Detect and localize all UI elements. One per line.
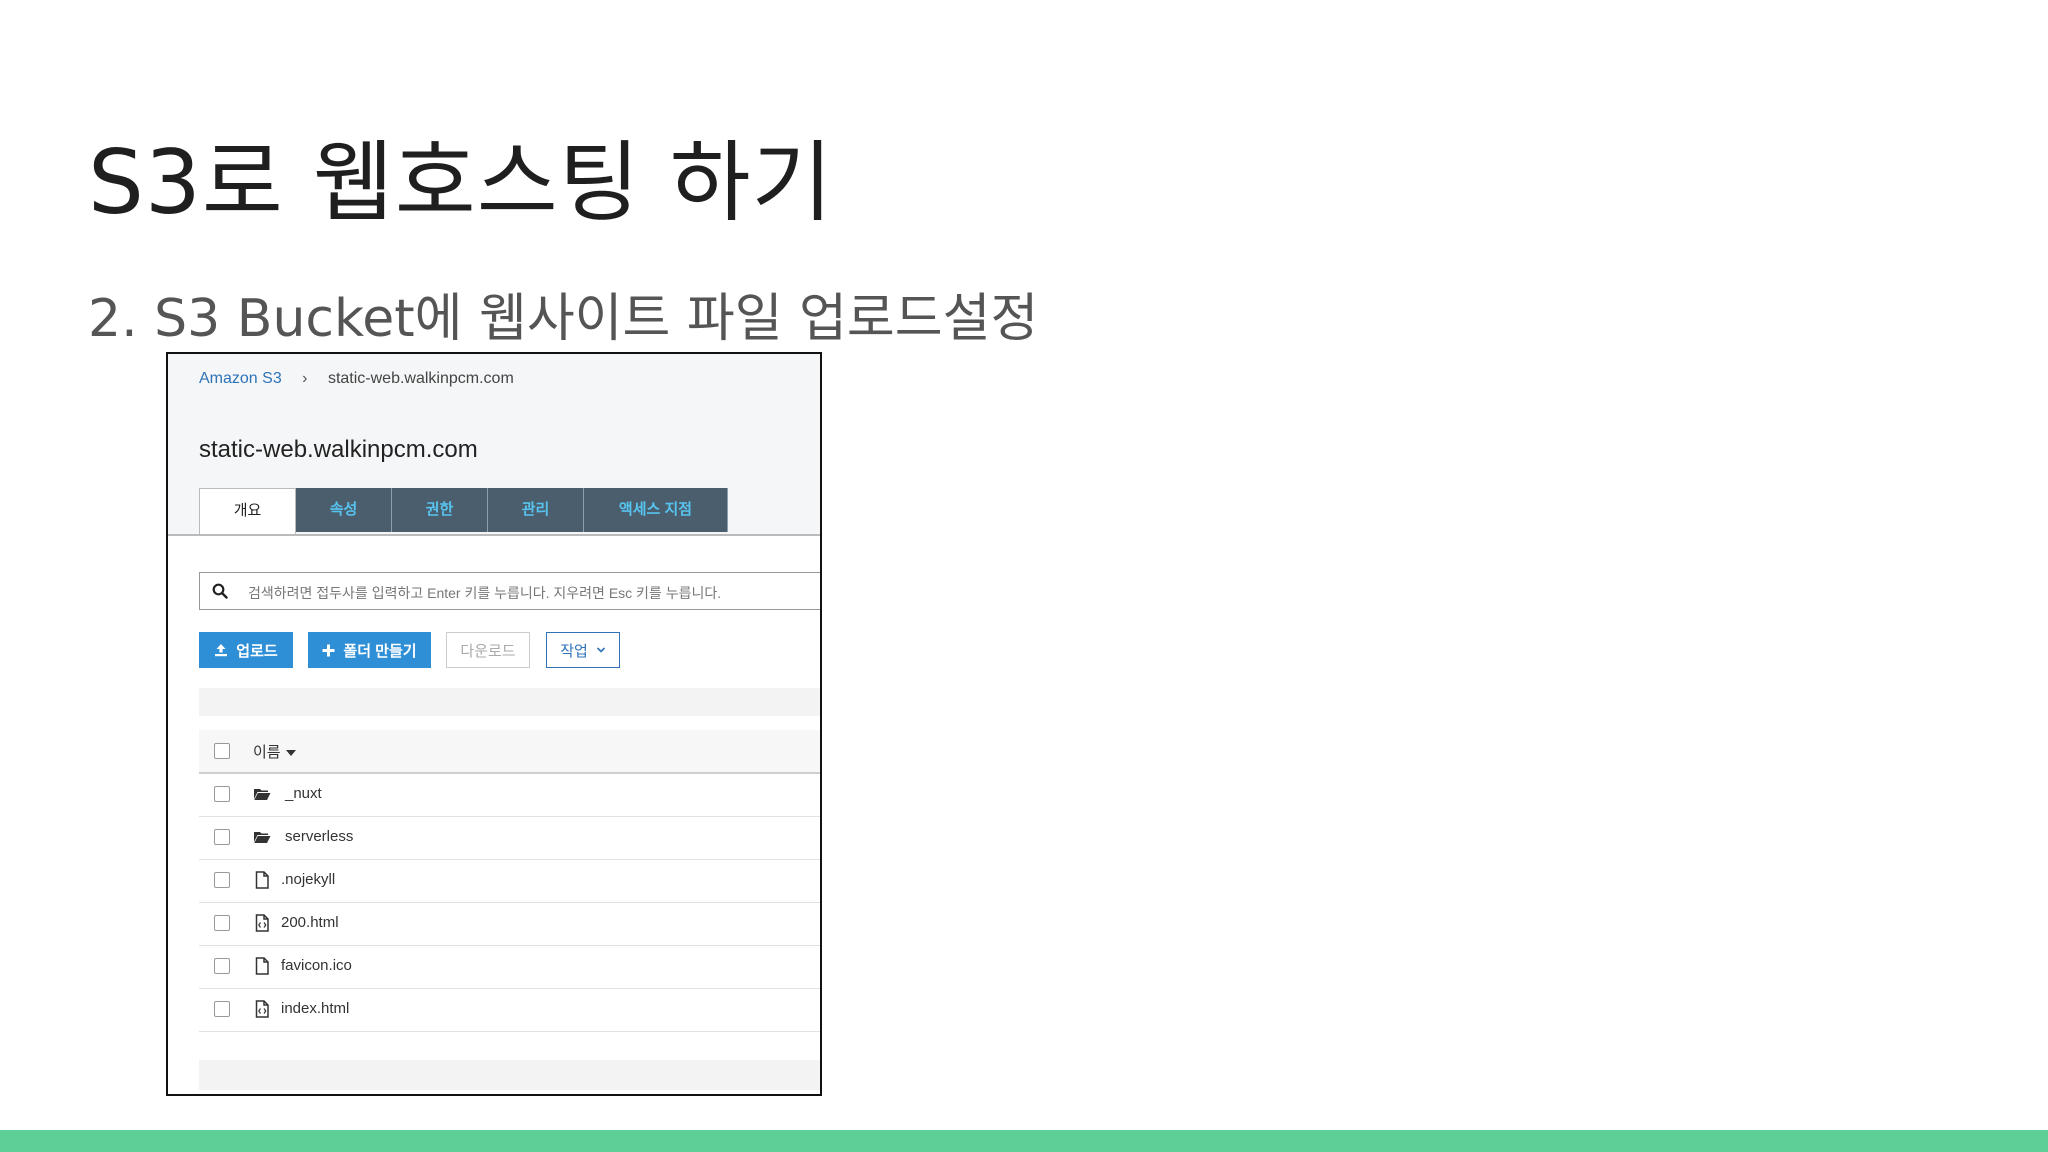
row-checkbox[interactable] bbox=[214, 829, 230, 845]
row-name[interactable]: serverless bbox=[285, 828, 353, 845]
row-checkbox[interactable] bbox=[214, 915, 230, 931]
tab-overview[interactable]: 개요 bbox=[199, 488, 296, 534]
tab-properties[interactable]: 속성 bbox=[296, 488, 392, 532]
row-name[interactable]: _nuxt bbox=[285, 785, 322, 802]
search-input[interactable]: 검색하려면 접두사를 입력하고 Enter 키를 누릅니다. 지우려면 Esc … bbox=[199, 572, 820, 610]
overview-panel: 검색하려면 접두사를 입력하고 Enter 키를 누릅니다. 지우려면 Esc … bbox=[168, 536, 820, 1094]
breadcrumb-separator-icon: › bbox=[302, 370, 308, 387]
actions-dropdown[interactable]: 작업 bbox=[546, 632, 620, 668]
breadcrumb-amazon-s3-link[interactable]: Amazon S3 bbox=[199, 370, 282, 387]
plus-icon bbox=[322, 644, 335, 656]
row-name[interactable]: .nojekyll bbox=[281, 871, 335, 888]
row-name[interactable]: index.html bbox=[281, 1000, 349, 1017]
select-all-checkbox[interactable] bbox=[214, 743, 230, 759]
create-folder-button[interactable]: 폴더 만들기 bbox=[308, 632, 431, 668]
code-file-icon bbox=[255, 914, 269, 932]
upload-button-label: 업로드 bbox=[236, 642, 278, 660]
tab-management[interactable]: 관리 bbox=[488, 488, 584, 532]
tab-access-points[interactable]: 액세스 지점 bbox=[584, 488, 728, 532]
folder-open-icon bbox=[254, 832, 271, 843]
actions-dropdown-label: 작업 bbox=[560, 642, 588, 660]
table-row[interactable]: _nuxt bbox=[199, 773, 820, 817]
table-row[interactable]: 200.html bbox=[199, 902, 820, 946]
table-row[interactable]: serverless bbox=[199, 816, 820, 860]
file-icon bbox=[255, 871, 269, 889]
tab-permissions[interactable]: 권한 bbox=[392, 488, 488, 532]
create-folder-button-label: 폴더 만들기 bbox=[343, 642, 417, 660]
table-row[interactable]: favicon.ico bbox=[199, 945, 820, 989]
search-placeholder: 검색하려면 접두사를 입력하고 Enter 키를 누릅니다. 지우려면 Esc … bbox=[248, 585, 722, 601]
table-footer-band bbox=[199, 1060, 820, 1090]
upload-icon bbox=[215, 644, 228, 657]
file-icon bbox=[255, 957, 269, 975]
row-checkbox[interactable] bbox=[214, 872, 230, 888]
row-name[interactable]: 200.html bbox=[281, 914, 339, 931]
s3-console-screenshot: Amazon S3 › static-web.walkinpcm.com sta… bbox=[166, 352, 822, 1096]
row-name[interactable]: favicon.ico bbox=[281, 957, 352, 974]
code-file-icon bbox=[255, 1000, 269, 1018]
breadcrumb: Amazon S3 › static-web.walkinpcm.com bbox=[199, 370, 514, 388]
name-column-label: 이름 bbox=[253, 744, 281, 761]
bucket-title: static-web.walkinpcm.com bbox=[199, 436, 478, 463]
accent-bar bbox=[0, 1130, 2048, 1152]
search-icon bbox=[212, 583, 228, 599]
download-button[interactable]: 다운로드 bbox=[446, 632, 530, 668]
row-checkbox[interactable] bbox=[214, 1001, 230, 1017]
folder-open-icon bbox=[254, 789, 271, 800]
chevron-down-icon bbox=[596, 647, 605, 653]
table-toolbar-band bbox=[199, 688, 820, 716]
table-row[interactable]: .nojekyll bbox=[199, 859, 820, 903]
table-header: 이름 bbox=[199, 730, 820, 774]
row-checkbox[interactable] bbox=[214, 786, 230, 802]
sort-caret-icon bbox=[285, 750, 296, 757]
slide-title: S3로 웹호스팅 하기 bbox=[88, 131, 834, 234]
table-row[interactable]: index.html bbox=[199, 988, 820, 1032]
breadcrumb-current: static-web.walkinpcm.com bbox=[327, 370, 514, 387]
name-column-header[interactable]: 이름 bbox=[253, 741, 296, 762]
tab-bar: 개요 속성 권한 관리 액세스 지점 bbox=[199, 488, 728, 534]
upload-button[interactable]: 업로드 bbox=[199, 632, 293, 668]
row-checkbox[interactable] bbox=[214, 958, 230, 974]
slide-subtitle: 2. S3 Bucket에 웹사이트 파일 업로드설정 bbox=[88, 289, 1039, 349]
